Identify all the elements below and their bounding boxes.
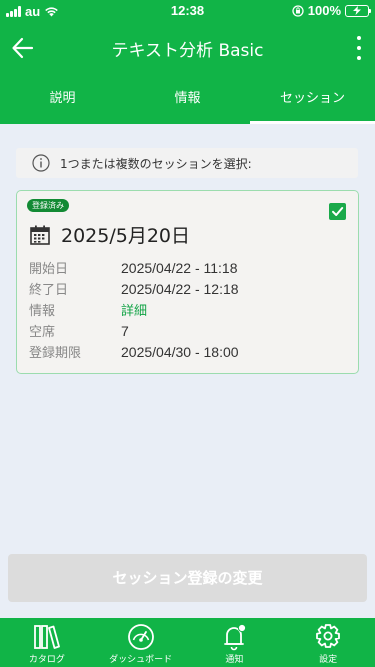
page-title: テキスト分析 Basic: [111, 41, 264, 61]
detail-row-end: 終了日 2025/04/22 - 12:18: [29, 278, 349, 299]
detail-row-seats: 空席 7: [29, 320, 349, 341]
info-icon: [32, 154, 50, 172]
orientation-lock-icon: [292, 4, 304, 17]
nav-catalog[interactable]: カタログ: [0, 618, 94, 667]
bottom-nav: カタログ ダッシュボード 通知 設定: [0, 618, 375, 667]
session-details: 開始日 2025/04/22 - 11:18 終了日 2025/04/22 - …: [29, 257, 349, 362]
check-icon: [332, 207, 344, 216]
detail-value: 2025/04/22 - 12:18: [121, 280, 239, 297]
dot: [357, 36, 361, 40]
gauge-icon: [127, 624, 154, 650]
detail-key: 登録期限: [29, 346, 82, 361]
bell-icon: [224, 623, 247, 651]
registered-badge: 登録済み: [27, 199, 69, 212]
detail-value: 2025/04/30 - 18:00: [121, 343, 239, 360]
tab-bar: 説明 情報 セッション: [0, 74, 375, 124]
calendar-icon: [30, 225, 50, 245]
tab-description[interactable]: 説明: [0, 74, 125, 124]
session-date-text: 2025/5月20日: [61, 225, 191, 247]
battery-icon: [345, 4, 371, 17]
detail-value: 7: [121, 322, 129, 339]
detail-row-deadline: 登録期限 2025/04/30 - 18:00: [29, 341, 349, 362]
books-icon: [33, 625, 60, 649]
detail-row-start: 開始日 2025/04/22 - 11:18: [29, 257, 349, 278]
info-banner-text: 1つまたは複数のセッションを選択:: [60, 156, 252, 171]
more-options-button[interactable]: [355, 36, 363, 60]
nav-label: カタログ: [28, 655, 65, 665]
details-link[interactable]: 詳細: [121, 300, 147, 319]
change-registration-button[interactable]: セッション登録の変更: [8, 554, 367, 602]
detail-row-info: 情報 詳細: [29, 299, 349, 320]
status-right: 100%: [292, 3, 371, 18]
session-checkbox[interactable]: [329, 203, 346, 220]
detail-key: 開始日: [29, 262, 69, 277]
info-banner: 1つまたは複数のセッションを選択:: [16, 148, 358, 178]
battery-percent: 100%: [307, 3, 341, 18]
nav-label: 通知: [225, 655, 244, 665]
detail-key: 情報: [29, 304, 56, 319]
nav-label: 設定: [319, 655, 338, 665]
dot: [357, 46, 361, 50]
tab-info[interactable]: 情報: [125, 74, 250, 124]
nav-notifications[interactable]: 通知: [188, 618, 282, 667]
detail-key: 終了日: [29, 283, 69, 298]
nav-label: ダッシュボード: [109, 655, 173, 665]
session-date: 2025/5月20日: [29, 221, 190, 248]
detail-key: 空席: [29, 325, 56, 340]
nav-dashboard[interactable]: ダッシュボード: [94, 618, 188, 667]
app-bar: テキスト分析 Basic: [0, 22, 375, 74]
nav-settings[interactable]: 設定: [281, 618, 375, 667]
session-card[interactable]: 登録済み 2025/5月20日 開始日 2025/04/22 - 11:18 終…: [16, 190, 359, 374]
dot: [357, 56, 361, 60]
detail-value: 2025/04/22 - 11:18: [121, 259, 238, 276]
gear-icon: [316, 624, 341, 648]
status-bar: au 12:38 100%: [0, 0, 375, 22]
tab-sessions[interactable]: セッション: [250, 74, 375, 124]
